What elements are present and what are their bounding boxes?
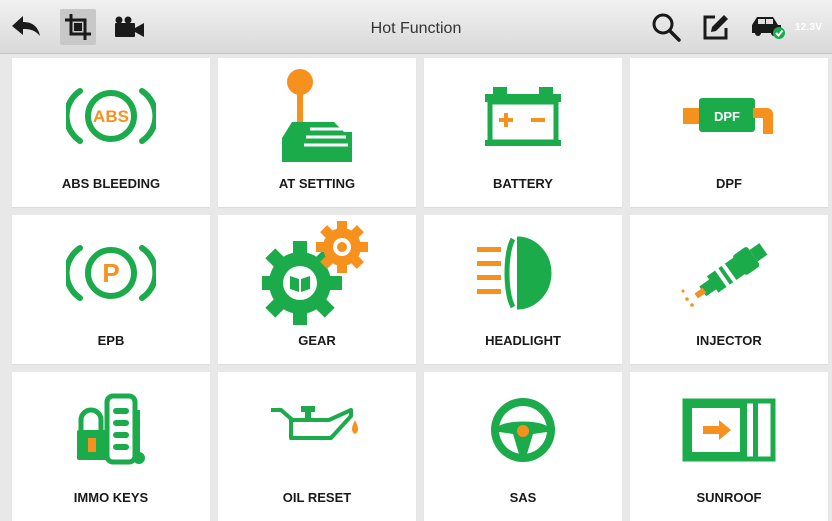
function-label: GEAR: [298, 333, 336, 348]
function-tile-battery[interactable]: BATTERY: [424, 58, 622, 207]
screenshot-crop-icon: [65, 14, 91, 40]
dpf-icon: DPF: [683, 98, 773, 134]
headlight-icon: [477, 236, 552, 310]
function-tile-sunroof[interactable]: SUNROOF: [630, 372, 828, 521]
svg-text:P: P: [102, 258, 119, 288]
function-tile-oil-reset[interactable]: OIL RESET: [218, 372, 416, 521]
svg-text:ABS: ABS: [93, 107, 129, 126]
function-label: AT SETTING: [278, 176, 356, 191]
function-label: OIL RESET: [282, 490, 352, 505]
function-tile-dpf[interactable]: DPF DPF: [630, 58, 828, 207]
battery-voltage: 12.3V: [795, 22, 823, 33]
function-tile-at-setting[interactable]: AT SETTING: [218, 58, 416, 207]
function-label: SAS: [509, 490, 537, 505]
parking-brake-icon: P: [66, 245, 156, 301]
vehicle-connection-button[interactable]: [748, 9, 790, 45]
function-label: ABS BLEEDING: [61, 176, 161, 191]
function-tile-injector[interactable]: INJECTOR: [630, 215, 828, 364]
svg-text:DPF: DPF: [714, 109, 740, 124]
function-label: EPB: [97, 333, 125, 348]
vehicle-connected-icon: [752, 17, 785, 39]
function-tile-gear[interactable]: GEAR: [218, 215, 416, 364]
function-tile-headlight[interactable]: HEADLIGHT: [424, 215, 622, 364]
function-tile-epb[interactable]: P EPB: [12, 215, 210, 364]
search-icon: [652, 13, 681, 42]
function-tile-abs-bleeding[interactable]: ABS ABS BLEEDING: [12, 58, 210, 207]
back-button[interactable]: [8, 9, 44, 45]
gear-shifter-icon: [282, 69, 352, 162]
edit-icon: [703, 15, 728, 40]
battery-icon: [485, 87, 561, 146]
screenshot-button[interactable]: [60, 9, 96, 45]
oil-can-icon: [271, 406, 358, 440]
function-label: BATTERY: [493, 176, 553, 191]
search-button[interactable]: [648, 9, 684, 45]
immo-key-icon: [77, 393, 145, 465]
function-label: DPF: [716, 176, 742, 191]
function-label: INJECTOR: [696, 333, 762, 348]
injector-icon: [681, 243, 768, 307]
edit-button[interactable]: [698, 9, 734, 45]
back-arrow-icon: [12, 16, 40, 36]
top-toolbar: Hot Function 12.3V: [0, 0, 832, 54]
sunroof-icon: [682, 398, 776, 462]
function-label: IMMO KEYS: [73, 490, 149, 505]
function-grid: ABS ABS BLEEDING AT SETTING BATTERY DPF …: [12, 58, 828, 521]
function-label: HEADLIGHT: [485, 333, 561, 348]
abs-icon: ABS: [66, 88, 156, 144]
function-tile-immo-keys[interactable]: IMMO KEYS: [12, 372, 210, 521]
video-camera-icon: [115, 16, 144, 37]
gear-cogs-icon: [262, 221, 368, 325]
function-label: SUNROOF: [696, 490, 762, 505]
record-video-button[interactable]: [112, 9, 148, 45]
steering-wheel-icon: [491, 398, 555, 462]
function-tile-sas[interactable]: SAS: [424, 372, 622, 521]
